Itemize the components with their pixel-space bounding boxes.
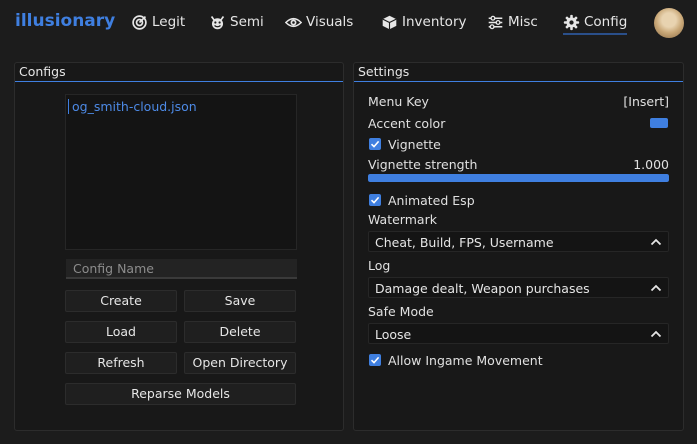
safe-mode-label: Safe Mode — [368, 304, 434, 319]
gear-icon — [563, 14, 580, 30]
vignette-strength-label: Vignette strength — [368, 157, 478, 172]
checkmark-icon — [370, 196, 380, 204]
animated-esp-label: Animated Esp — [388, 193, 475, 208]
create-button[interactable]: Create — [65, 290, 177, 312]
reparse-models-button[interactable]: Reparse Models — [65, 383, 296, 405]
tab-visuals-label: Visuals — [306, 14, 354, 30]
watermark-select-value: Cheat, Build, FPS, Username — [375, 235, 554, 250]
tab-legit[interactable]: Legit — [131, 11, 185, 33]
settings-panel: Settings Menu Key [Insert] Accent color … — [353, 62, 684, 431]
menu-key-bind[interactable]: [Insert] — [623, 94, 669, 109]
box-icon — [382, 15, 397, 29]
log-select[interactable]: Damage dealt, Weapon purchases — [368, 277, 669, 298]
checkmark-icon — [370, 140, 380, 148]
settings-panel-title: Settings — [354, 63, 683, 82]
tab-legit-label: Legit — [152, 14, 186, 30]
animated-esp-checkbox[interactable] — [369, 194, 381, 206]
config-file-list[interactable]: og_smith-cloud.json — [65, 94, 297, 250]
allow-ingame-movement-checkbox[interactable] — [369, 354, 381, 366]
menu-key-label: Menu Key — [368, 94, 429, 109]
safe-mode-select-value: Loose — [375, 327, 412, 342]
tab-misc[interactable]: Misc — [487, 11, 538, 33]
tab-misc-label: Misc — [508, 14, 538, 30]
load-button[interactable]: Load — [65, 321, 177, 343]
chevron-up-icon — [650, 284, 662, 292]
accent-color-swatch[interactable] — [650, 118, 668, 128]
brand-logo: illusionary — [15, 11, 116, 31]
chevron-up-icon — [650, 238, 662, 246]
vignette-checkbox[interactable] — [369, 138, 381, 150]
tab-semi[interactable]: Semi — [209, 11, 264, 33]
tab-config-label: Config — [584, 14, 628, 30]
sliders-icon — [488, 15, 503, 29]
target-icon — [132, 14, 147, 30]
accent-color-label: Accent color — [368, 116, 446, 131]
user-avatar[interactable] — [654, 8, 684, 38]
open-directory-button[interactable]: Open Directory — [184, 352, 296, 374]
vignette-strength-value: 1.000 — [633, 157, 669, 172]
log-select-value: Damage dealt, Weapon purchases — [375, 281, 590, 296]
tab-visuals[interactable]: Visuals — [285, 11, 353, 33]
configs-panel-title: Configs — [15, 63, 343, 82]
log-label: Log — [368, 258, 391, 273]
tab-inventory-label: Inventory — [402, 14, 467, 30]
chevron-up-icon — [650, 330, 662, 338]
tab-config[interactable]: Config — [563, 11, 628, 35]
save-button[interactable]: Save — [184, 290, 296, 312]
devil-icon — [210, 15, 225, 29]
config-file-item[interactable]: og_smith-cloud.json — [68, 99, 197, 114]
delete-button[interactable]: Delete — [184, 321, 296, 343]
vignette-strength-slider-fill — [368, 174, 669, 182]
tab-inventory[interactable]: Inventory — [381, 11, 466, 33]
allow-ingame-movement-label: Allow Ingame Movement — [388, 353, 543, 368]
checkmark-icon — [370, 356, 380, 364]
safe-mode-select[interactable]: Loose — [368, 323, 669, 344]
refresh-button[interactable]: Refresh — [65, 352, 177, 374]
config-name-input[interactable] — [66, 259, 297, 279]
configs-panel: Configs og_smith-cloud.json Create Save … — [14, 62, 344, 431]
vignette-strength-slider[interactable] — [368, 174, 669, 182]
eye-icon — [285, 17, 302, 27]
vignette-label: Vignette — [388, 137, 441, 152]
watermark-label: Watermark — [368, 212, 437, 227]
tab-semi-label: Semi — [230, 14, 264, 30]
top-navigation-bar: illusionary Legit Semi Visuals Inventory… — [0, 0, 697, 46]
watermark-select[interactable]: Cheat, Build, FPS, Username — [368, 231, 669, 252]
